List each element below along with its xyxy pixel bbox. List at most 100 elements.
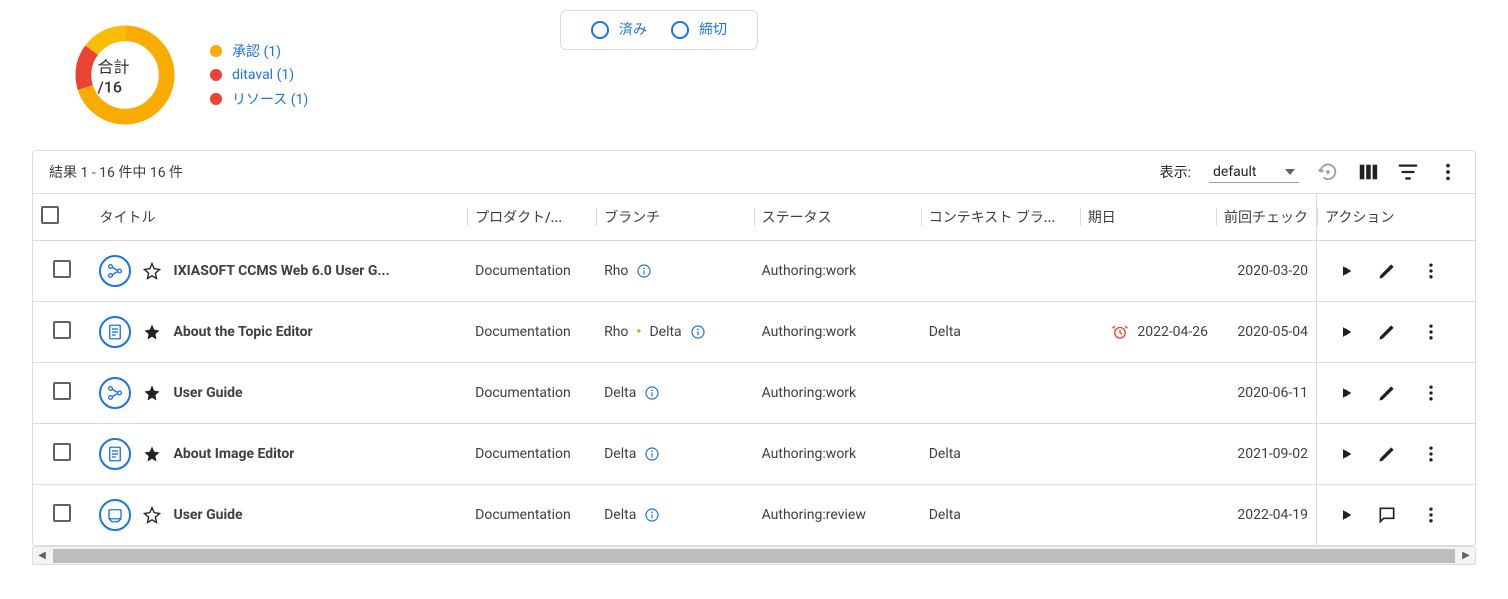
row-product: Documentation bbox=[467, 302, 596, 363]
forward-button[interactable] bbox=[1333, 444, 1353, 464]
row-lastcheck: 2020-05-04 bbox=[1216, 302, 1317, 363]
row-more-button[interactable] bbox=[1421, 261, 1441, 281]
row-lastcheck: 2020-06-11 bbox=[1216, 363, 1317, 424]
type-icon[interactable] bbox=[99, 438, 131, 470]
col-title[interactable]: タイトル bbox=[91, 194, 467, 241]
edit-button[interactable] bbox=[1377, 383, 1397, 403]
comment-button[interactable] bbox=[1377, 505, 1397, 525]
row-context bbox=[921, 363, 1080, 424]
edit-button[interactable] bbox=[1377, 261, 1397, 281]
table-row: About the Topic Editor Documentation Rho… bbox=[33, 302, 1475, 363]
row-product: Documentation bbox=[467, 241, 596, 302]
branch-separator-icon: • bbox=[636, 324, 641, 340]
scroll-thumb[interactable] bbox=[53, 549, 1455, 563]
forward-button[interactable] bbox=[1333, 322, 1353, 342]
edit-button[interactable] bbox=[1377, 444, 1397, 464]
refresh-icon bbox=[1317, 161, 1339, 183]
row-context: Delta bbox=[921, 424, 1080, 485]
radio-icon bbox=[671, 21, 689, 39]
row-product: Documentation bbox=[467, 424, 596, 485]
columns-button[interactable] bbox=[1357, 161, 1379, 183]
table-row: User Guide Documentation Delta Authoring… bbox=[33, 363, 1475, 424]
star-toggle[interactable] bbox=[143, 323, 161, 341]
row-title[interactable]: User Guide bbox=[173, 507, 242, 523]
filter-pill-deadline[interactable]: 締切 bbox=[671, 21, 727, 39]
col-branch[interactable]: ブランチ bbox=[596, 194, 754, 241]
summary-chart: 合計 /16 承認 (1)ditaval (1)リソース (1) bbox=[70, 20, 308, 130]
row-title[interactable]: IXIASOFT CCMS Web 6.0 User G... bbox=[173, 263, 389, 279]
branch-name: Delta bbox=[604, 507, 636, 523]
info-icon[interactable] bbox=[644, 507, 660, 523]
type-icon[interactable] bbox=[99, 499, 131, 531]
legend-item[interactable]: リソース (1) bbox=[210, 89, 308, 109]
col-context[interactable]: コンテキスト ブラ... bbox=[921, 194, 1080, 241]
show-dropdown[interactable]: default bbox=[1209, 162, 1299, 183]
row-checkbox[interactable] bbox=[53, 260, 71, 278]
info-icon[interactable] bbox=[644, 446, 660, 462]
forward-button[interactable] bbox=[1333, 505, 1353, 525]
row-product: Documentation bbox=[467, 363, 596, 424]
radio-icon bbox=[591, 21, 609, 39]
star-toggle[interactable] bbox=[143, 384, 161, 402]
row-due: 2022-04-26 bbox=[1137, 324, 1208, 340]
legend-dot-icon bbox=[210, 93, 222, 105]
legend-item[interactable]: 承認 (1) bbox=[210, 41, 308, 61]
row-lastcheck: 2020-03-20 bbox=[1216, 241, 1317, 302]
row-title[interactable]: About Image Editor bbox=[173, 446, 294, 462]
row-more-button[interactable] bbox=[1421, 322, 1441, 342]
table-row: About Image Editor Documentation Delta A… bbox=[33, 424, 1475, 485]
row-checkbox[interactable] bbox=[53, 504, 71, 522]
row-status: Authoring:work bbox=[754, 302, 921, 363]
col-product[interactable]: プロダクト/... bbox=[467, 194, 596, 241]
legend-label: リソース (1) bbox=[232, 89, 308, 109]
alarm-icon bbox=[1111, 323, 1129, 341]
row-checkbox[interactable] bbox=[53, 382, 71, 400]
row-status: Authoring:work bbox=[754, 241, 921, 302]
legend-item[interactable]: ditaval (1) bbox=[210, 67, 308, 83]
type-icon[interactable] bbox=[99, 316, 131, 348]
select-all-checkbox[interactable] bbox=[41, 206, 59, 224]
row-lastcheck: 2021-09-02 bbox=[1216, 424, 1317, 485]
info-icon[interactable] bbox=[690, 324, 706, 340]
refresh-button[interactable] bbox=[1317, 161, 1339, 183]
scroll-right-icon[interactable]: ▶ bbox=[1457, 547, 1475, 565]
row-checkbox[interactable] bbox=[53, 321, 71, 339]
row-checkbox[interactable] bbox=[53, 443, 71, 461]
legend-dot-icon bbox=[210, 45, 222, 57]
row-more-button[interactable] bbox=[1421, 444, 1441, 464]
scroll-left-icon[interactable]: ◀ bbox=[33, 547, 51, 565]
horizontal-scrollbar[interactable]: ◀ ▶ bbox=[32, 547, 1476, 565]
table-row: User Guide Documentation Delta Authoring… bbox=[33, 485, 1475, 546]
more-vert-icon bbox=[1437, 161, 1459, 183]
filter-icon bbox=[1397, 161, 1419, 183]
branch-name: Delta bbox=[649, 324, 681, 340]
filter-pills: 済み 締切 bbox=[560, 10, 758, 50]
col-due[interactable]: 期日 bbox=[1080, 194, 1216, 241]
row-title[interactable]: User Guide bbox=[173, 385, 242, 401]
more-button[interactable] bbox=[1437, 161, 1459, 183]
type-icon[interactable] bbox=[99, 377, 131, 409]
filter-button[interactable] bbox=[1397, 161, 1419, 183]
legend-label: ditaval (1) bbox=[232, 67, 294, 83]
forward-button[interactable] bbox=[1333, 261, 1353, 281]
row-more-button[interactable] bbox=[1421, 505, 1441, 525]
star-toggle[interactable] bbox=[143, 506, 161, 524]
row-more-button[interactable] bbox=[1421, 383, 1441, 403]
info-icon[interactable] bbox=[636, 263, 652, 279]
filter-pill-done[interactable]: 済み bbox=[591, 21, 647, 39]
results-count: 結果 1 - 16 件中 16 件 bbox=[49, 162, 183, 182]
row-status: Authoring:work bbox=[754, 424, 921, 485]
row-title[interactable]: About the Topic Editor bbox=[173, 324, 312, 340]
forward-button[interactable] bbox=[1333, 383, 1353, 403]
col-lastcheck[interactable]: 前回チェック bbox=[1216, 194, 1317, 241]
legend-dot-icon bbox=[210, 69, 222, 81]
star-toggle[interactable] bbox=[143, 262, 161, 280]
row-lastcheck: 2022-04-19 bbox=[1216, 485, 1317, 546]
show-label: 表示: bbox=[1160, 162, 1191, 182]
col-status[interactable]: ステータス bbox=[754, 194, 921, 241]
edit-button[interactable] bbox=[1377, 322, 1397, 342]
type-icon[interactable] bbox=[99, 255, 131, 287]
star-toggle[interactable] bbox=[143, 445, 161, 463]
row-context: Delta bbox=[921, 485, 1080, 546]
info-icon[interactable] bbox=[644, 385, 660, 401]
